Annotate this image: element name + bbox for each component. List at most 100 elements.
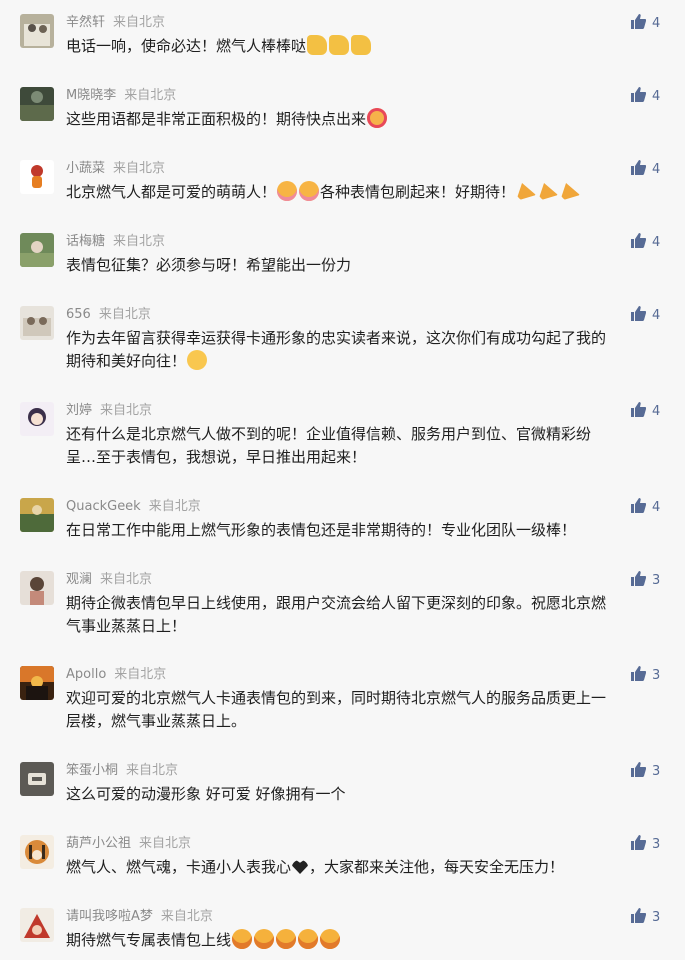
- comment-text: 电话一响，使命必达！燃气人棒棒哒: [66, 35, 666, 58]
- commenter-name[interactable]: 请叫我哆啦A梦: [66, 909, 153, 924]
- like-count: 4: [652, 235, 661, 250]
- avatar[interactable]: [20, 233, 54, 267]
- thumbs-up-emoji-icon: [329, 35, 350, 55]
- comment-meta: 刘婷 来自北京: [66, 402, 152, 420]
- like-button[interactable]: 4: [630, 87, 660, 105]
- like-count: 4: [652, 89, 661, 104]
- commenter-name[interactable]: 葫芦小公祖: [66, 836, 131, 851]
- shocked-face-emoji-icon: [276, 929, 297, 949]
- like-button[interactable]: 3: [630, 908, 660, 926]
- party-popper-emoji-icon: [516, 183, 537, 201]
- like-count: 3: [652, 668, 661, 683]
- thumbs-up-emoji-icon: [351, 35, 372, 55]
- shocked-face-emoji-icon: [254, 929, 275, 949]
- comment-meta: Apollo 来自北京: [66, 666, 166, 684]
- comment-text: 期待燃气专属表情包上线: [66, 929, 666, 952]
- thumbs-up-icon: [631, 666, 647, 681]
- like-button[interactable]: 4: [630, 402, 660, 420]
- heart-eyes-emoji-icon: [367, 108, 388, 128]
- commenter-name[interactable]: QuackGeek: [66, 499, 141, 514]
- comment-location: 来自北京: [124, 88, 177, 103]
- like-button[interactable]: 4: [630, 306, 660, 324]
- thumbs-up-icon: [631, 835, 647, 850]
- comment-location: 来自北京: [113, 15, 166, 30]
- thumbs-up-icon: [631, 306, 647, 321]
- comment-text: 表情包征集？必须参与呀！希望能出一份力: [66, 256, 352, 274]
- avatar[interactable]: [20, 160, 54, 194]
- avatar[interactable]: [20, 762, 54, 796]
- avatar[interactable]: [20, 571, 54, 605]
- comment-meta: 请叫我哆啦A梦 来自北京: [66, 908, 213, 926]
- like-button[interactable]: 4: [630, 498, 660, 516]
- avatar[interactable]: [20, 835, 54, 869]
- party-popper-emoji-icon: [560, 183, 581, 201]
- like-button[interactable]: 4: [630, 14, 660, 32]
- thumbs-up-icon: [631, 498, 647, 513]
- like-count: 4: [652, 308, 661, 323]
- commenter-name[interactable]: 小蔬菜: [66, 161, 105, 176]
- avatar[interactable]: [20, 666, 54, 700]
- blush-emoji-icon: [277, 181, 298, 201]
- smile-emoji-icon: [187, 350, 208, 370]
- comment-text: 在日常工作中能用上燃气形象的表情包还是非常期待的！专业化团队一级棒！: [66, 521, 577, 539]
- commenter-name[interactable]: Apollo: [66, 667, 106, 682]
- like-button[interactable]: 3: [630, 571, 660, 589]
- shocked-face-emoji-icon: [232, 929, 253, 949]
- like-count: 4: [652, 404, 661, 419]
- thumbs-up-icon: [631, 14, 647, 29]
- thumbs-up-emoji-icon: [307, 35, 328, 55]
- commenter-name[interactable]: 刘婷: [66, 403, 92, 418]
- comment-meta: 话梅糖 来自北京: [66, 233, 165, 251]
- comment-meta: 小蔬菜 来自北京: [66, 160, 165, 178]
- comment-location: 来自北京: [114, 667, 167, 682]
- comment-location: 来自北京: [113, 161, 166, 176]
- thumbs-up-icon: [631, 160, 647, 175]
- avatar[interactable]: [20, 402, 54, 436]
- like-count: 3: [652, 837, 661, 852]
- thumbs-up-icon: [631, 87, 647, 102]
- like-button[interactable]: 3: [630, 762, 660, 780]
- black-heart-emoji-icon: [292, 860, 309, 874]
- comment-meta: 辛然轩 来自北京: [66, 14, 165, 32]
- like-count: 4: [652, 16, 661, 31]
- comment-text: 燃气人、燃气魂，卡通小人表我心 ，大家都来关注他，每天安全无压力！: [66, 858, 565, 876]
- comment-text: 还有什么是北京燃气人做不到的呢！企业值得信赖、服务用户到位、官微精彩纷 呈…至于表…: [66, 425, 592, 466]
- comment-text: 这么可爱的动漫形象 好可爱 好像拥有一个: [66, 785, 346, 803]
- comment-text: 作为去年留言获得幸运获得卡通形象的忠实读者来说，这次你们有成功勾起了我的 期待和美…: [66, 329, 607, 370]
- like-count: 3: [652, 573, 661, 588]
- like-button[interactable]: 3: [630, 666, 660, 684]
- comment-text: 期待企微表情包早日上线使用，跟用户交流会给人留下更深刻的印象。祝愿北京燃 气事业蒸…: [66, 594, 607, 635]
- comment-text: 北京燃气人都是可爱的萌萌人！ 各种表情包刷起来！好期待！: [66, 181, 666, 204]
- commenter-name[interactable]: 辛然轩: [66, 15, 105, 30]
- thumbs-up-icon: [631, 908, 647, 923]
- comment-meta: M晓晓李 来自北京: [66, 87, 176, 105]
- commenter-name[interactable]: 笨蛋小桐: [66, 763, 118, 778]
- thumbs-up-icon: [631, 233, 647, 248]
- like-button[interactable]: 4: [630, 160, 660, 178]
- comment-location: 来自北京: [160, 909, 213, 924]
- avatar[interactable]: [20, 87, 54, 121]
- like-button[interactable]: 4: [630, 233, 660, 251]
- party-popper-emoji-icon: [538, 183, 559, 201]
- like-count: 4: [652, 162, 661, 177]
- commenter-name[interactable]: 656: [66, 307, 91, 322]
- avatar[interactable]: [20, 306, 54, 340]
- comment-location: 来自北京: [126, 763, 179, 778]
- avatar[interactable]: [20, 14, 54, 48]
- comment-location: 来自北京: [139, 836, 192, 851]
- thumbs-up-icon: [631, 402, 647, 417]
- like-count: 4: [652, 500, 661, 515]
- commenter-name[interactable]: 话梅糖: [66, 234, 105, 249]
- comment-meta: 笨蛋小桐 来自北京: [66, 762, 178, 780]
- shocked-face-emoji-icon: [298, 929, 319, 949]
- commenter-name[interactable]: M晓晓李: [66, 88, 116, 103]
- avatar[interactable]: [20, 498, 54, 532]
- comment-location: 来自北京: [100, 572, 153, 587]
- comment-meta: 观澜 来自北京: [66, 571, 152, 589]
- avatar[interactable]: [20, 908, 54, 942]
- like-button[interactable]: 3: [630, 835, 660, 853]
- comment-meta: QuackGeek 来自北京: [66, 498, 201, 516]
- commenter-name[interactable]: 观澜: [66, 572, 92, 587]
- comment-location: 来自北京: [98, 307, 151, 322]
- comment-location: 来自北京: [113, 234, 166, 249]
